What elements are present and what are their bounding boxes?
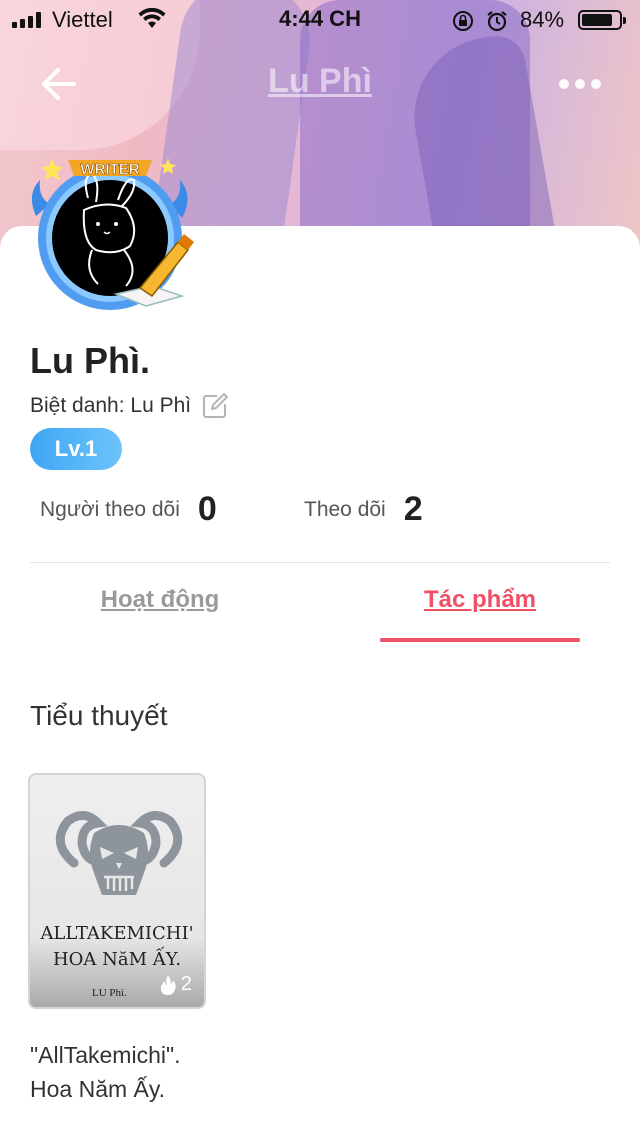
- active-tab-indicator: [380, 638, 580, 642]
- followers-stat[interactable]: Người theo dõi 0: [40, 490, 217, 529]
- writer-badge-text: WRITER: [80, 161, 139, 178]
- nav-title: Lu Phì: [268, 62, 372, 100]
- nickname-row: Biệt danh: Lu Phì: [30, 392, 229, 420]
- battery-percent: 84%: [520, 7, 565, 32]
- flame-icon: [160, 974, 176, 995]
- rotation-lock-icon: [453, 11, 473, 31]
- level-badge: Lv.1: [30, 428, 122, 470]
- edit-icon[interactable]: [201, 392, 229, 420]
- following-stat[interactable]: Theo dõi 2: [304, 490, 423, 529]
- reads-count: 2: [159, 973, 192, 996]
- book-title[interactable]: "AllTakemichi". Hoa Năm Ấy.: [30, 1038, 181, 1106]
- status-bar: Viettel 4:44 CH 84%: [0, 0, 640, 40]
- battery-icon: [578, 10, 626, 30]
- reads-value: 2: [180, 973, 192, 995]
- following-count: 2: [403, 490, 423, 528]
- divider: [30, 562, 610, 563]
- avatar[interactable]: WRITER: [22, 146, 198, 314]
- tab-works[interactable]: Tác phẩm: [330, 586, 630, 614]
- followers-label: Người theo dõi: [40, 497, 180, 521]
- alarm-icon: [487, 11, 507, 32]
- book-cover[interactable]: ALLTAKEMICHI' HOA NăM ẤY. LU Phì. 2: [28, 773, 206, 1009]
- tab-activity[interactable]: Hoạt động: [10, 586, 310, 614]
- cover-author: LU Phì.: [92, 987, 127, 999]
- skull-cover-art: [55, 811, 183, 895]
- profile-name: Lu Phì.: [30, 340, 150, 381]
- following-label: Theo dõi: [304, 497, 386, 521]
- cover-title: ALLTAKEMICHI' HOA NăM ẤY.: [40, 923, 194, 970]
- more-dots-icon[interactable]: [552, 70, 608, 98]
- section-title: Tiểu thuyết: [30, 700, 168, 731]
- followers-count: 0: [197, 490, 217, 528]
- nickname-label: Biệt danh: Lu Phì: [30, 394, 192, 417]
